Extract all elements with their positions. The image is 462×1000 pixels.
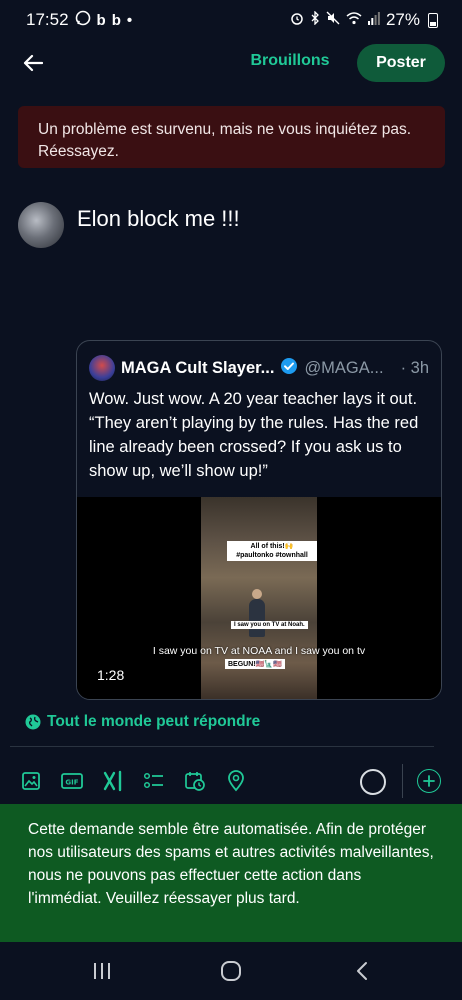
reply-setting-label: Tout le monde peut répondre (47, 713, 261, 730)
svg-text:GIF: GIF (65, 779, 78, 787)
video-duration: 1:28 (97, 667, 125, 683)
divider (10, 746, 434, 747)
wifi-icon (346, 10, 362, 30)
quoted-video[interactable]: All of this!🙌 #paultonko #townhall I saw… (77, 497, 441, 699)
compose-toolbar: GIF (0, 764, 462, 800)
quoted-avatar (89, 355, 115, 381)
reply-setting-button[interactable]: Tout le monde peut répondre (25, 710, 260, 734)
add-image-button[interactable] (18, 768, 44, 794)
recent-apps-button[interactable] (87, 958, 117, 984)
status-time: 17:52 (26, 10, 69, 29)
location-button[interactable] (223, 768, 249, 794)
video-frame: All of this!🙌 #paultonko #townhall I saw… (201, 497, 317, 699)
video-caption-bottom: BEGUN!🇺🇸🗽🇺🇸 (225, 659, 285, 669)
image-icon (22, 772, 40, 790)
character-count-ring (360, 769, 386, 795)
home-button[interactable] (216, 958, 246, 984)
video-caption-top: All of this!🙌 #paultonko #townhall (227, 541, 317, 561)
grok-icon (103, 770, 122, 792)
b-app-icon-2: b (111, 11, 121, 29)
add-gif-button[interactable]: GIF (59, 768, 85, 794)
signal-icon (367, 10, 380, 30)
quoted-post-header: MAGA Cult Slayer... @MAGA... · 3h (89, 355, 429, 381)
location-icon (228, 770, 244, 792)
toolbar-separator (402, 764, 403, 798)
back-nav-button[interactable] (347, 958, 377, 984)
plus-icon (423, 775, 435, 787)
recent-apps-icon (94, 963, 110, 979)
verified-badge-icon (280, 357, 298, 380)
quoted-post-card[interactable]: MAGA Cult Slayer... @MAGA... · 3h Wow. J… (76, 340, 442, 700)
video-caption-mid: I saw you on TV at Noah. (231, 621, 308, 629)
video-subtitle: I saw you on TV at NOAA and I saw you on… (152, 645, 366, 657)
status-bar: 17:52 b b • 27% (0, 0, 462, 40)
mute-icon (326, 10, 340, 30)
schedule-button[interactable] (182, 768, 208, 794)
chevron-left-icon (357, 962, 367, 980)
alarm-icon (290, 10, 304, 30)
schedule-icon (185, 772, 205, 791)
gif-icon: GIF (61, 773, 83, 789)
b-app-icon: b (96, 11, 106, 29)
grok-button[interactable] (100, 768, 126, 794)
quoted-post-time: · 3h (400, 358, 429, 377)
error-banner: Un problème est survenu, mais ne vous in… (18, 106, 445, 168)
globe-icon (25, 714, 41, 730)
compose-text-input[interactable]: Elon block me !!! (77, 206, 240, 232)
more-notifications-icon: • (126, 11, 133, 29)
list-icon (143, 772, 163, 789)
battery-icon (428, 12, 438, 28)
quoted-post-text: Wow. Just wow. A 20 year teacher lays it… (89, 390, 419, 480)
arrow-left-icon (23, 54, 43, 72)
home-icon (221, 961, 241, 981)
quoted-author-name: MAGA Cult Slayer... (121, 358, 275, 377)
quoted-author-handle: @MAGA... (304, 358, 384, 377)
add-poll-button[interactable] (141, 768, 167, 794)
bluetooth-icon (310, 10, 320, 30)
battery-level: 27% (385, 10, 420, 29)
whatsapp-icon (75, 10, 91, 30)
post-button[interactable]: Poster (357, 44, 445, 82)
add-post-button[interactable] (417, 769, 441, 793)
video-speaker-figure (249, 589, 265, 637)
compose-header: Brouillons Poster (0, 40, 462, 86)
avatar[interactable] (18, 202, 64, 248)
drafts-link[interactable]: Brouillons (240, 52, 340, 74)
back-button[interactable] (16, 46, 50, 80)
automation-warning-toast: Cette demande semble être automatisée. A… (0, 804, 462, 942)
system-nav-bar (0, 942, 462, 1000)
